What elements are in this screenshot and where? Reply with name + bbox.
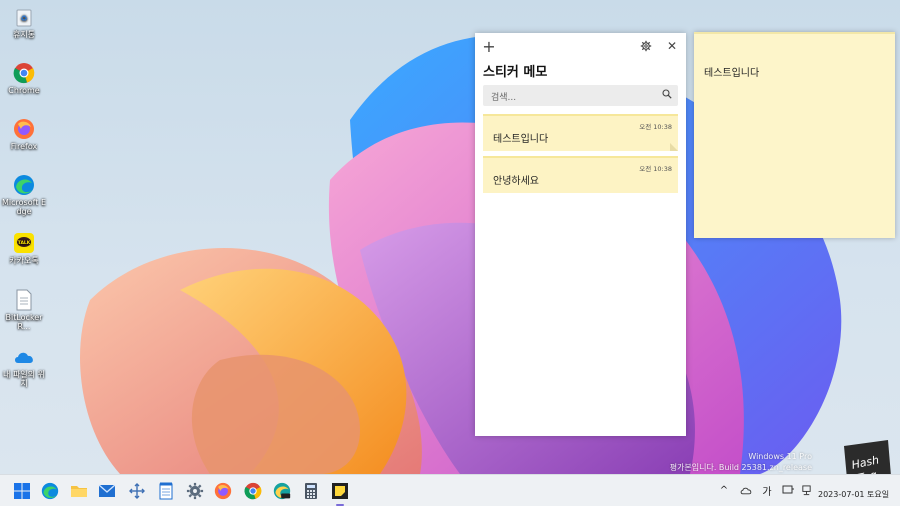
chrome-icon — [13, 62, 35, 84]
tray-onedrive[interactable] — [739, 483, 753, 497]
tray-ime-indicator[interactable]: 가 — [761, 483, 773, 498]
watermark-line-2: 평가본입니다. Build 25381.zn_release — [669, 463, 812, 472]
taskbar: ^ 가 — [0, 474, 900, 506]
desktop-icon-chrome[interactable]: Chrome — [2, 62, 46, 95]
edge-icon — [41, 482, 59, 500]
gear-icon — [640, 40, 652, 52]
note-preview: 테스트입니다 — [493, 134, 549, 145]
desktop-icon-label: 내 파일의 위치 — [3, 370, 45, 388]
calculator-icon — [305, 483, 317, 499]
clock-date[interactable]: 2023-07-01 토요일 — [818, 489, 889, 500]
tray-input-device[interactable] — [781, 483, 795, 497]
desktop-icon-label: Firefox — [10, 142, 38, 151]
taskbar-notepad[interactable] — [156, 481, 176, 501]
taskbar-chrome[interactable] — [243, 481, 263, 501]
firefox-icon — [214, 482, 232, 500]
settings-button[interactable] — [638, 38, 654, 54]
recycle-bin-icon: ♻ — [13, 6, 35, 28]
desktop-icon-label: Chrome — [8, 86, 40, 95]
notepad-icon — [159, 482, 173, 500]
taskbar-mail[interactable] — [97, 481, 117, 501]
windows-watermark: Windows 11 Pro 평가본입니다. Build 25381.zn_re… — [670, 451, 812, 473]
desktop-icon-recycle-bin[interactable]: ♻ 휴지통 — [2, 6, 46, 39]
keyboard-icon — [782, 485, 794, 494]
desktop-icon-label: 휴지통 — [12, 30, 36, 39]
firefox-icon — [13, 118, 35, 140]
edge-canary-icon — [273, 482, 291, 500]
desktop-icon-kakaotalk[interactable]: TALK 카카오톡 — [2, 232, 46, 265]
desktop-icon-label: Microsoft Edge — [2, 198, 47, 216]
search-input[interactable]: 검색... — [483, 85, 678, 106]
sticky-notes-icon — [332, 483, 348, 499]
network-icon — [801, 484, 811, 495]
desktop-icon-label: 카카오톡 — [9, 256, 39, 265]
search-icon[interactable] — [662, 89, 672, 102]
desktop-icon-edge[interactable]: Microsoft Edge — [2, 174, 46, 216]
note-body[interactable]: 테스트입니다 — [704, 64, 759, 79]
sticky-notes-list-window: + ✕ 스티커 메모 검색... 오전 10:38 테스트입니다 오전 10:3… — [475, 33, 686, 436]
note-time: 오전 10:38 — [639, 123, 672, 131]
note-fold-corner — [670, 143, 678, 151]
desktop-icon-label: BitLockerR... — [5, 313, 43, 331]
mail-icon — [98, 484, 116, 497]
tray-overflow-chevron[interactable]: ^ — [718, 483, 730, 497]
taskbar-edge-canary[interactable] — [272, 481, 292, 501]
open-sticky-note[interactable]: 테스트입니다 — [694, 32, 895, 238]
settings-icon — [186, 482, 204, 500]
watermark-line-1: Windows 11 Pro — [748, 452, 812, 461]
kakaotalk-icon: TALK — [13, 232, 35, 254]
taskbar-firefox[interactable] — [213, 481, 233, 501]
start-button[interactable] — [12, 481, 32, 501]
note-list-item[interactable]: 오전 10:38 테스트입니다 — [483, 114, 678, 151]
taskbar-edge[interactable] — [40, 481, 60, 501]
svg-text:TALK: TALK — [18, 240, 31, 246]
cloud-icon — [740, 487, 752, 494]
desktop-icon-onedrive[interactable]: 내 파일의 위치 — [2, 346, 46, 388]
search-placeholder: 검색... — [491, 93, 517, 103]
svg-text:♻: ♻ — [20, 14, 27, 23]
file-explorer-icon — [71, 486, 87, 497]
notes-list-titlebar: + ✕ — [475, 33, 686, 59]
onedrive-icon — [13, 346, 35, 368]
taskbar-calculator[interactable] — [301, 481, 321, 501]
desktop-icon-firefox[interactable]: Firefox — [2, 118, 46, 151]
tray-network[interactable] — [799, 483, 813, 497]
taskbar-move-tool[interactable] — [127, 481, 147, 501]
desktop-icon-bitlocker[interactable]: BitLockerR... — [2, 289, 46, 331]
taskbar-sticky-notes[interactable] — [330, 481, 350, 506]
taskbar-settings[interactable] — [185, 481, 205, 501]
note-preview: 안녕하세요 — [493, 176, 539, 187]
document-icon — [13, 289, 35, 311]
note-time: 오전 10:38 — [639, 165, 672, 173]
start-icon — [14, 483, 30, 499]
chrome-icon — [244, 482, 262, 500]
note-list-item[interactable]: 오전 10:38 안녕하세요 — [483, 156, 678, 193]
notes-list-title: 스티커 메모 — [483, 65, 548, 80]
add-note-button[interactable]: + — [481, 37, 497, 56]
edge-icon — [13, 174, 35, 196]
move-icon — [129, 483, 145, 499]
taskbar-file-explorer[interactable] — [69, 481, 89, 501]
close-button[interactable]: ✕ — [664, 38, 680, 54]
